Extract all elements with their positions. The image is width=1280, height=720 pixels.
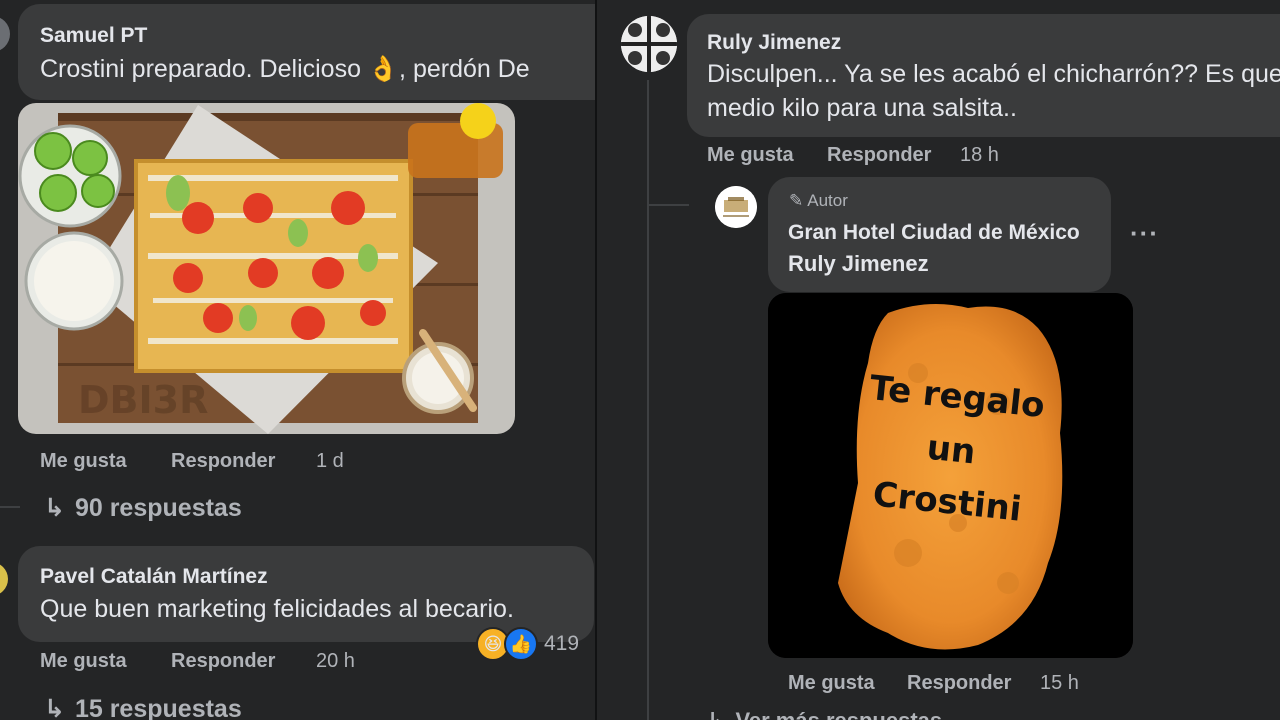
more-options-icon[interactable]: ··· [1130,218,1159,249]
view-more-replies-link[interactable]: ↳ Ver más respuestas [707,708,942,720]
view-more-replies-label: Ver más respuestas [735,708,942,720]
reply-image[interactable]: Te regalo un Crostini [768,293,1133,658]
reply-arrow-icon: ↳ [707,708,725,720]
reply-timestamp[interactable]: 15 h [1040,672,1079,695]
pencil-icon: ✎ [789,191,804,210]
avatar[interactable] [0,16,10,52]
comment-timestamp[interactable]: 18 h [960,144,999,167]
comment-timestamp[interactable]: 20 h [316,650,355,673]
comment-text-line1: Disculpen... Ya se les acabó el chicharr… [707,60,1280,88]
author-badge-label: Autor [807,191,848,210]
reaction-count: 419 [544,632,580,655]
reply-arrow-icon: ↳ [44,695,65,720]
reply-button[interactable]: Responder [171,450,275,473]
meme-text-line2: un [925,428,977,473]
reply-author[interactable]: Gran Hotel Ciudad de México [788,221,1080,245]
view-replies-link[interactable]: ↳ 15 respuestas [44,694,242,720]
replies-count: 90 respuestas [74,494,242,522]
thread-connector [0,506,20,508]
comment-author[interactable]: Samuel PT [40,24,147,48]
mentioned-user[interactable]: Ruly Jimenez [788,251,929,277]
reactions-summary[interactable]: 😆 👍 419 [476,627,579,661]
right-comments-pane: Ruly Jimenez Disculpen... Ya se les acab… [597,0,1280,720]
like-button[interactable]: Me gusta [40,650,127,673]
reply-arrow-icon: ↳ [44,494,65,522]
avatar[interactable] [621,16,677,72]
reply-button[interactable]: Responder [171,650,275,673]
comment-author[interactable]: Pavel Catalán Martínez [40,565,268,589]
thread-branch [649,204,689,206]
page-avatar[interactable] [715,186,757,228]
comment-author[interactable]: Ruly Jimenez [707,31,841,55]
reply-button[interactable]: Responder [827,144,931,167]
avatar[interactable] [0,562,8,596]
comment-text: Que buen marketing felicidades al becari… [40,595,514,623]
svg-text:DBI3R: DBI3R [78,378,208,422]
author-badge: ✎ Autor [789,191,848,211]
comment-text-line2: medio kilo para una salsita.. [707,94,1017,122]
comment-photo-crostini[interactable]: DBI3R [18,103,515,434]
left-comments-pane: Samuel PT Crostini preparado. Delicioso … [0,0,595,720]
crostini-food-photo: DBI3R [18,103,515,434]
like-button[interactable]: Me gusta [40,450,127,473]
view-replies-link[interactable]: ↳ 90 respuestas [44,493,242,523]
comment-text: Crostini preparado. Delicioso 👌, perdón … [40,55,530,83]
like-button[interactable]: Me gusta [788,672,875,695]
crostini-meme-image: Te regalo un Crostini [768,293,1133,658]
replies-count: 15 respuestas [74,695,242,720]
avatar-image [621,16,677,72]
like-reaction-icon: 👍 [504,627,538,661]
like-button[interactable]: Me gusta [707,144,794,167]
comment-timestamp[interactable]: 1 d [316,450,344,473]
comment-bubble [18,4,595,100]
hotel-logo-icon [715,186,757,228]
reply-button[interactable]: Responder [907,672,1011,695]
thread-line [647,80,649,720]
